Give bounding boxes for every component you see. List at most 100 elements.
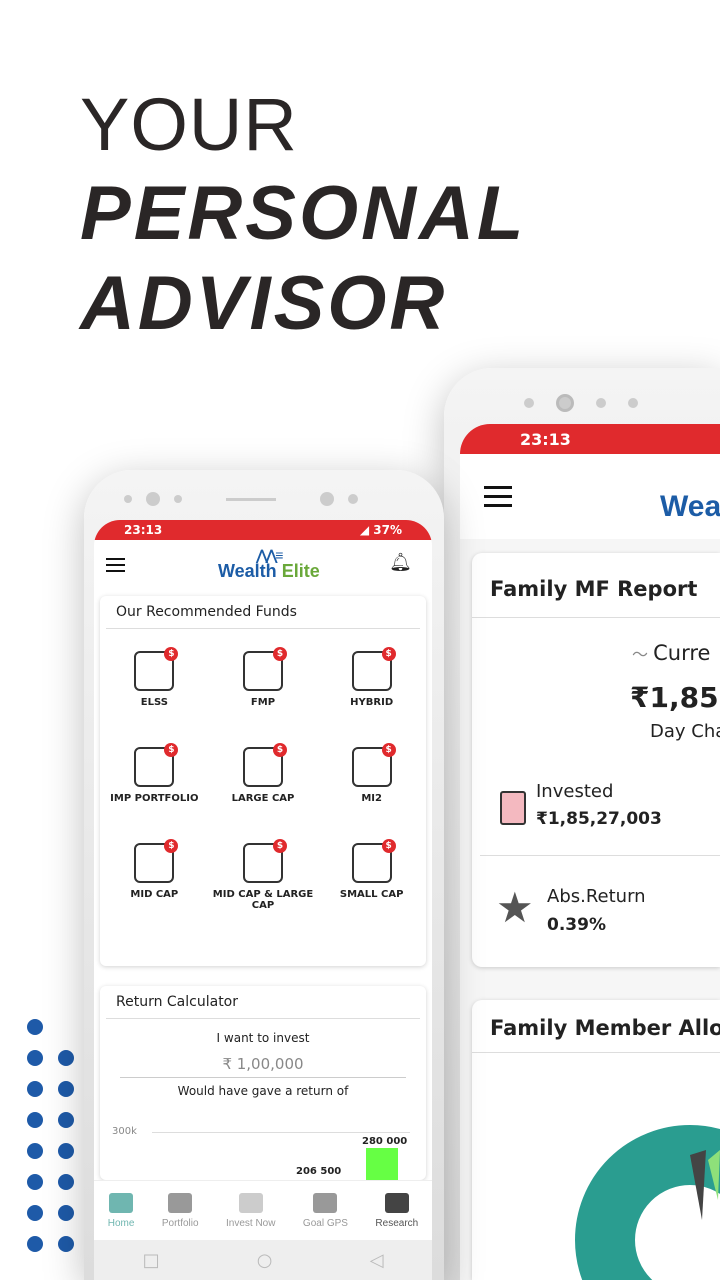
app-header: Wealt xyxy=(460,454,720,539)
fund-item[interactable]: MI2 xyxy=(317,743,426,817)
dot xyxy=(27,1112,43,1128)
fund-item[interactable]: SMALL CAP xyxy=(317,839,426,913)
dot xyxy=(27,1081,43,1097)
dot xyxy=(58,1081,74,1097)
dot xyxy=(27,1143,43,1159)
home-icon xyxy=(109,1192,134,1213)
bottom-nav: Home Portfolio Invest Now Goal GPS Research xyxy=(94,1180,432,1240)
y-tick-300k: 300k xyxy=(112,1126,137,1137)
return-label: Would have gave a return of xyxy=(177,1084,349,1098)
folder-icon xyxy=(384,1192,409,1213)
fund-icon xyxy=(134,839,179,883)
fund-icon xyxy=(351,743,396,787)
nav-item[interactable]: Invest Now xyxy=(226,1192,276,1229)
phone-sensors xyxy=(124,492,358,506)
logo: ⋀⋀≡ Wealth Elite xyxy=(218,547,320,581)
abs-return-label: Abs.Return xyxy=(547,886,646,907)
nav-label: Invest Now xyxy=(226,1217,276,1229)
card-title: Family MF Report xyxy=(472,553,720,618)
logo-mark: ⋀⋀≡ xyxy=(256,547,283,563)
fund-item[interactable]: IMP PORTFOLIO xyxy=(100,743,209,817)
day-change-label: Day Cha xyxy=(650,721,720,742)
nav-label: Home xyxy=(107,1217,135,1229)
bell-icon[interactable]: 🔔︎ xyxy=(389,552,412,573)
nav-item[interactable]: Home xyxy=(107,1192,135,1229)
recents-icon[interactable]: □ xyxy=(143,1250,160,1271)
trend-icon xyxy=(238,1192,263,1213)
nav-label: Portfolio xyxy=(161,1217,199,1229)
fund-icon xyxy=(134,647,179,691)
chart-bar xyxy=(366,1148,398,1180)
trend-icon: 〜 xyxy=(632,645,654,664)
fund-label: SMALL CAP xyxy=(339,889,404,900)
recommended-funds-card: Our Recommended Funds ELSS FMP HYBRID IMP P… xyxy=(100,596,426,966)
headline-line1: YOUR xyxy=(80,83,298,166)
invest-label: I want to invest xyxy=(216,1031,310,1045)
screen-right: 23:13 Wealt Family MF Report 〜 Curre ₹1,… xyxy=(460,424,720,1280)
return-calculator-card: Return Calculator I want to invest ₹ 1,0… xyxy=(100,986,426,1180)
back-icon[interactable]: ◁ xyxy=(370,1250,384,1271)
decorative-dots xyxy=(27,1019,87,1259)
fund-item[interactable]: MID CAP & LARGE CAP xyxy=(209,839,318,913)
invested-label: Invested xyxy=(536,781,614,802)
fund-label: FMP xyxy=(250,697,276,708)
dot xyxy=(58,1143,74,1159)
fund-label: MID CAP & LARGE CAP xyxy=(212,889,314,911)
headline-line2: PERSONAL xyxy=(80,171,527,256)
status-time: 23:13 xyxy=(124,523,163,537)
status-bar: 23:13 ◢ 37% xyxy=(94,520,432,540)
briefcase-icon xyxy=(168,1192,193,1213)
invested-value: ₹1,85,27,003 xyxy=(536,809,662,829)
allocation-donut-chart xyxy=(575,1125,720,1280)
hamburger-icon[interactable] xyxy=(484,486,512,507)
fund-item[interactable]: HYBRID xyxy=(317,647,426,721)
fund-icon xyxy=(242,743,287,787)
fund-icon xyxy=(242,647,287,691)
star-icon: ★ xyxy=(496,883,534,932)
phone-left: 23:13 ◢ 37% ⋀⋀≡ Wealth Elite 🔔︎ Our Reco… xyxy=(84,470,444,1280)
signal-icons: ◢ xyxy=(359,523,374,537)
fund-item[interactable]: FMP xyxy=(209,647,318,721)
nav-item[interactable]: Portfolio xyxy=(161,1192,199,1229)
invest-amount-input[interactable]: ₹ 1,00,000 xyxy=(120,1055,406,1078)
dot xyxy=(27,1236,43,1252)
nav-label: Goal GPS xyxy=(302,1217,348,1229)
fund-label: IMP PORTFOLIO xyxy=(110,793,199,804)
fund-label: LARGE CAP xyxy=(231,793,295,804)
fund-item[interactable]: LARGE CAP xyxy=(209,743,318,817)
hamburger-icon[interactable] xyxy=(106,558,125,572)
fund-item[interactable]: MID CAP xyxy=(100,839,209,913)
abs-return-value: 0.39% xyxy=(547,915,606,935)
bar-label: 280 000 xyxy=(362,1136,408,1147)
home-circle-icon[interactable]: ○ xyxy=(257,1250,273,1271)
logo: Wealt xyxy=(660,490,720,523)
target-icon xyxy=(313,1192,338,1213)
fund-icon xyxy=(134,743,179,787)
card-title: Our Recommended Funds xyxy=(106,596,420,629)
nav-item[interactable]: Goal GPS xyxy=(302,1192,348,1229)
battery-level: 37% xyxy=(373,523,402,537)
bar-label: 206 500 xyxy=(296,1166,342,1177)
nav-label: Research xyxy=(375,1217,419,1229)
fund-item[interactable]: ELSS xyxy=(100,647,209,721)
family-mf-report-card: Family MF Report 〜 Curre ₹1,85,9 Day Cha… xyxy=(472,553,720,967)
dot xyxy=(58,1112,74,1128)
dot xyxy=(27,1205,43,1221)
dot xyxy=(27,1174,43,1190)
app-header: ⋀⋀≡ Wealth Elite 🔔︎ xyxy=(94,540,432,590)
dot xyxy=(27,1050,43,1066)
screen-left: 23:13 ◢ 37% ⋀⋀≡ Wealth Elite 🔔︎ Our Reco… xyxy=(94,520,432,1280)
current-label: Curre xyxy=(653,641,711,665)
family-member-allocation-card: Family Member Alloca xyxy=(472,1000,720,1280)
fund-label: HYBRID xyxy=(350,697,394,708)
card-title: Family Member Alloca xyxy=(472,1000,720,1053)
funds-grid: ELSS FMP HYBRID IMP PORTFOLIO LARGE CAP MI2 MI… xyxy=(100,629,426,935)
status-time: 23:13 xyxy=(520,429,571,449)
fund-label: MI2 xyxy=(361,793,382,804)
fund-label: MID CAP xyxy=(130,889,179,900)
dot xyxy=(58,1236,74,1252)
nav-item[interactable]: Research xyxy=(375,1192,419,1229)
current-value: ₹1,85,9 xyxy=(630,681,720,714)
dot xyxy=(27,1019,43,1035)
dot xyxy=(58,1205,74,1221)
